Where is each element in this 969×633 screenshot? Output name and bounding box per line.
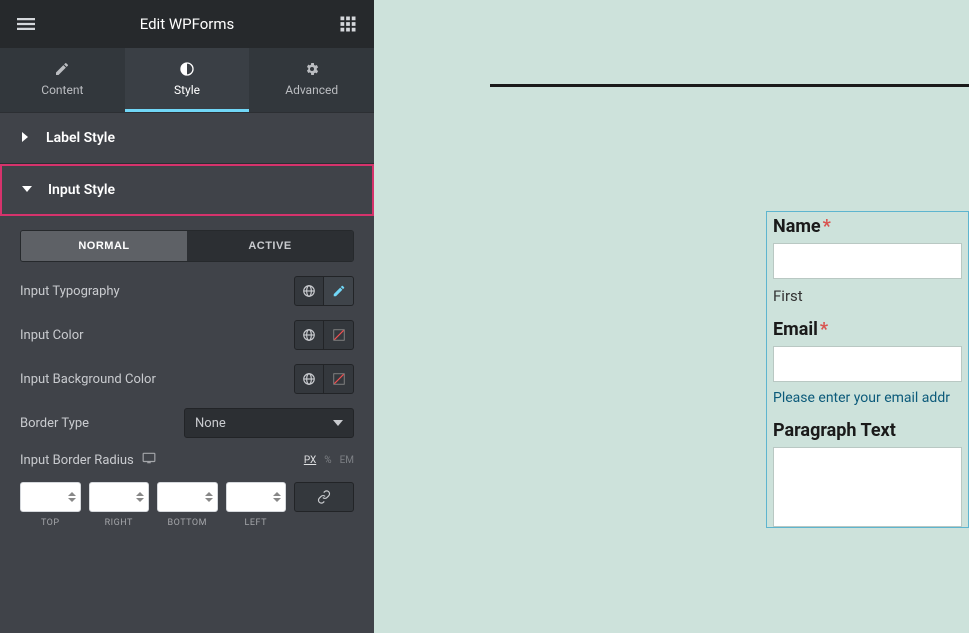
input-color-swatch-button[interactable] [324, 320, 354, 350]
input-bg-swatch-button[interactable] [324, 364, 354, 394]
paragraph-textarea[interactable] [773, 447, 962, 527]
tab-style[interactable]: Style [125, 48, 250, 112]
email-hint: Please enter your email addr [773, 390, 962, 406]
wpforms-widget-outline[interactable]: Name* First Email* Please enter your ema… [766, 211, 969, 528]
radius-top-label: TOP [41, 518, 60, 528]
apps-grid-icon[interactable] [334, 10, 362, 38]
radius-top-input[interactable] [20, 482, 81, 512]
panel-header: Edit WPForms [0, 0, 374, 48]
radius-left-input[interactable] [226, 482, 287, 512]
hamburger-menu-icon[interactable] [12, 10, 40, 38]
radius-bottom-input[interactable] [157, 482, 218, 512]
editor-panel: Edit WPForms Content Style Advanced Labe… [0, 0, 374, 633]
row-typography: Input Typography [20, 276, 354, 306]
typography-edit-button[interactable] [324, 276, 354, 306]
input-color-globe-button[interactable] [294, 320, 324, 350]
row-border-radius: Input Border Radius PX % EM [20, 452, 354, 468]
preview-divider [490, 84, 969, 87]
email-label: Email* [773, 319, 962, 340]
row-input-bg-color: Input Background Color [20, 364, 354, 394]
editor-tabs: Content Style Advanced [0, 48, 374, 112]
tab-style-label: Style [174, 83, 200, 97]
input-bg-color-label: Input Background Color [20, 372, 156, 387]
preview-canvas: Name* First Email* Please enter your ema… [374, 0, 969, 633]
tab-advanced-label: Advanced [285, 83, 338, 97]
input-bg-globe-button[interactable] [294, 364, 324, 394]
section-label-style-title: Label Style [46, 130, 115, 146]
input-color-label: Input Color [20, 328, 84, 343]
row-border-type: Border Type None [20, 408, 354, 438]
radius-link-toggle[interactable] [294, 482, 354, 512]
state-active[interactable]: ACTIVE [187, 231, 353, 261]
sections-container: Label Style Input Style NORMAL ACTIVE In… [0, 112, 374, 633]
unit-em[interactable]: EM [340, 455, 354, 466]
unit-px[interactable]: PX [304, 455, 316, 466]
caret-down-icon [22, 182, 32, 198]
name-first-input[interactable] [773, 243, 962, 279]
tab-advanced[interactable]: Advanced [249, 48, 374, 112]
border-radius-dims: TOP RIGHT BOTTOM LEFT [20, 482, 354, 528]
radius-right-input[interactable] [89, 482, 150, 512]
section-input-style-title: Input Style [48, 182, 115, 198]
input-style-body: NORMAL ACTIVE Input Typography Input Col… [0, 216, 374, 548]
panel-title: Edit WPForms [0, 15, 374, 33]
border-type-label: Border Type [20, 416, 89, 431]
radius-bottom-label: BOTTOM [168, 518, 207, 528]
section-label-style[interactable]: Label Style [0, 112, 374, 164]
border-type-select[interactable]: None [184, 408, 354, 438]
section-input-style[interactable]: Input Style [0, 164, 374, 216]
tab-content-label: Content [41, 83, 83, 97]
caret-right-icon [20, 130, 30, 146]
row-input-color: Input Color [20, 320, 354, 350]
typography-globe-button[interactable] [294, 276, 324, 306]
email-input[interactable] [773, 346, 962, 382]
state-normal[interactable]: NORMAL [21, 231, 187, 261]
name-label: Name* [773, 216, 962, 237]
paragraph-label: Paragraph Text [773, 420, 962, 441]
name-first-sublabel: First [773, 287, 962, 305]
state-segmented: NORMAL ACTIVE [20, 230, 354, 262]
radius-left-label: LEFT [245, 518, 267, 528]
border-radius-label: Input Border Radius [20, 453, 134, 468]
border-type-value: None [195, 416, 226, 431]
tab-content[interactable]: Content [0, 48, 125, 112]
typography-label: Input Typography [20, 284, 120, 299]
responsive-icon[interactable] [142, 452, 156, 468]
unit-pct[interactable]: % [324, 455, 331, 466]
radius-right-label: RIGHT [105, 518, 133, 528]
